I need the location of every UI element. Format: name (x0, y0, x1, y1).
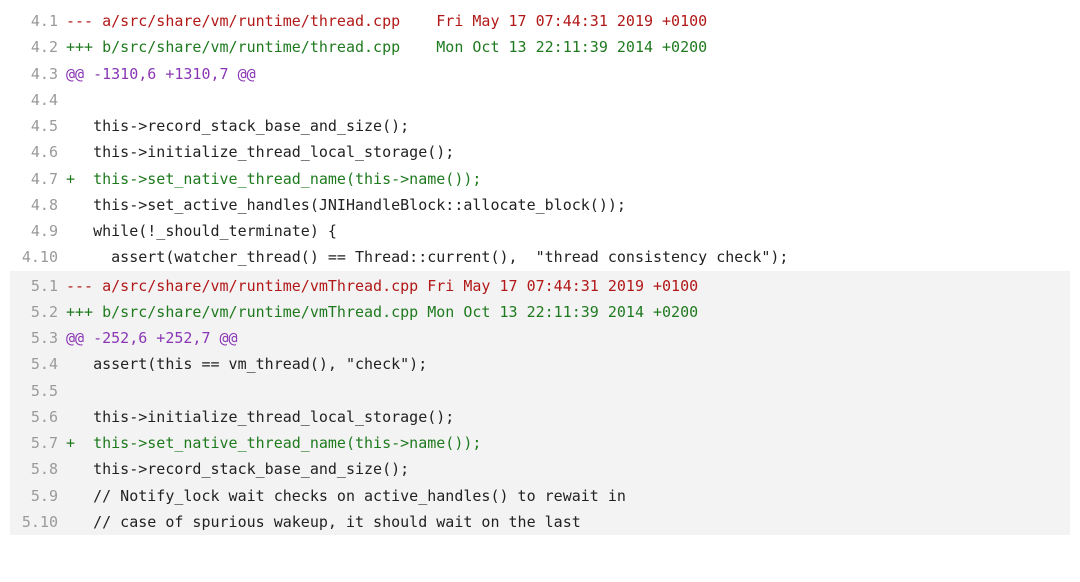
line-number: 4.9 (10, 218, 66, 244)
line-number: 5.8 (10, 456, 66, 482)
diff-line: 5.1--- a/src/share/vm/runtime/vmThread.c… (10, 273, 1070, 299)
line-content: --- a/src/share/vm/runtime/vmThread.cpp … (66, 273, 1070, 299)
line-number: 5.6 (10, 404, 66, 430)
line-content: +++ b/src/share/vm/runtime/thread.cpp Mo… (66, 34, 1070, 60)
diff-line: 5.4 assert(this == vm_thread(), "check")… (10, 351, 1070, 377)
diff-line: 4.10 assert(watcher_thread() == Thread::… (10, 244, 1070, 270)
line-number: 5.3 (10, 325, 66, 351)
diff-line: 4.1--- a/src/share/vm/runtime/thread.cpp… (10, 8, 1070, 34)
line-content: @@ -252,6 +252,7 @@ (66, 325, 1070, 351)
line-content: // Notify_lock wait checks on active_han… (66, 483, 1070, 509)
diff-line: 4.5 this->record_stack_base_and_size(); (10, 113, 1070, 139)
diff-line: 4.7+ this->set_native_thread_name(this->… (10, 166, 1070, 192)
diff-line: 5.8 this->record_stack_base_and_size(); (10, 456, 1070, 482)
line-content: assert(watcher_thread() == Thread::curre… (66, 244, 1070, 270)
line-number: 5.5 (10, 378, 66, 404)
line-content (66, 378, 1070, 404)
diff-line: 5.10 // case of spurious wakeup, it shou… (10, 509, 1070, 535)
line-content: + this->set_native_thread_name(this->nam… (66, 166, 1070, 192)
diff-line: 4.2+++ b/src/share/vm/runtime/thread.cpp… (10, 34, 1070, 60)
line-content: this->initialize_thread_local_storage(); (66, 139, 1070, 165)
line-number: 4.5 (10, 113, 66, 139)
diff-line: 4.6 this->initialize_thread_local_storag… (10, 139, 1070, 165)
line-content: @@ -1310,6 +1310,7 @@ (66, 61, 1070, 87)
line-number: 4.2 (10, 34, 66, 60)
diff-line: 5.9 // Notify_lock wait checks on active… (10, 483, 1070, 509)
diff-line: 4.9 while(!_should_terminate) { (10, 218, 1070, 244)
diff-line: 5.7+ this->set_native_thread_name(this->… (10, 430, 1070, 456)
line-number: 4.1 (10, 8, 66, 34)
line-number: 5.9 (10, 483, 66, 509)
diff-line: 5.2+++ b/src/share/vm/runtime/vmThread.c… (10, 299, 1070, 325)
diff-line: 4.4 (10, 87, 1070, 113)
line-content: assert(this == vm_thread(), "check"); (66, 351, 1070, 377)
line-number: 4.4 (10, 87, 66, 113)
line-number: 5.7 (10, 430, 66, 456)
line-content: this->record_stack_base_and_size(); (66, 113, 1070, 139)
line-number: 5.2 (10, 299, 66, 325)
line-content: this->initialize_thread_local_storage(); (66, 404, 1070, 430)
line-content: // case of spurious wakeup, it should wa… (66, 509, 1070, 535)
diff-line: 5.5 (10, 378, 1070, 404)
line-number: 5.1 (10, 273, 66, 299)
line-number: 5.10 (10, 509, 66, 535)
diff-file-block: 5.1--- a/src/share/vm/runtime/vmThread.c… (10, 271, 1070, 536)
diff-line: 4.3@@ -1310,6 +1310,7 @@ (10, 61, 1070, 87)
diff-line: 5.6 this->initialize_thread_local_storag… (10, 404, 1070, 430)
line-content: this->record_stack_base_and_size(); (66, 456, 1070, 482)
diff-line: 5.3@@ -252,6 +252,7 @@ (10, 325, 1070, 351)
diff-line: 4.8 this->set_active_handles(JNIHandleBl… (10, 192, 1070, 218)
line-content (66, 87, 1070, 113)
line-content: while(!_should_terminate) { (66, 218, 1070, 244)
line-number: 4.6 (10, 139, 66, 165)
line-number: 4.3 (10, 61, 66, 87)
line-number: 4.7 (10, 166, 66, 192)
line-content: this->set_active_handles(JNIHandleBlock:… (66, 192, 1070, 218)
line-content: --- a/src/share/vm/runtime/thread.cpp Fr… (66, 8, 1070, 34)
line-content: +++ b/src/share/vm/runtime/vmThread.cpp … (66, 299, 1070, 325)
line-number: 4.8 (10, 192, 66, 218)
line-number: 4.10 (10, 244, 66, 270)
line-content: + this->set_native_thread_name(this->nam… (66, 430, 1070, 456)
diff-viewer: 4.1--- a/src/share/vm/runtime/thread.cpp… (0, 0, 1080, 541)
diff-file-block: 4.1--- a/src/share/vm/runtime/thread.cpp… (10, 6, 1070, 271)
line-number: 5.4 (10, 351, 66, 377)
